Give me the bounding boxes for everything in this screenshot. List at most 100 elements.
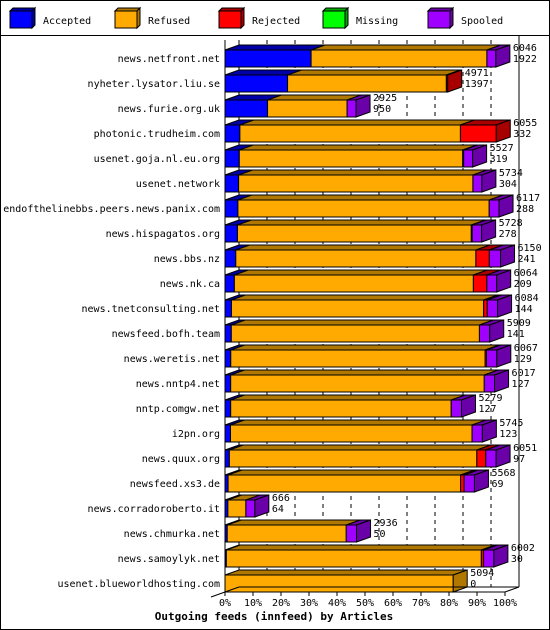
x-tick-label: 40% <box>328 598 346 609</box>
total-label: 5527 <box>490 143 514 154</box>
bar-row <box>224 119 511 143</box>
total-label: 5909 <box>507 318 531 329</box>
category-label: news.nk.ca <box>160 279 220 290</box>
bar-row <box>224 219 497 243</box>
bar-segment-accepted <box>224 199 239 218</box>
bar-segment-refused-top <box>230 419 487 426</box>
bar-segment-spooled <box>478 324 491 343</box>
total-label: 6150 <box>518 243 542 254</box>
bar-row <box>224 244 516 268</box>
bar-segment-refused-top <box>235 244 491 251</box>
bar-segment-rejected <box>472 274 488 293</box>
bar-segment-refused-top <box>231 294 498 301</box>
accepted-label: 288 <box>516 204 534 215</box>
legend-swatch-accepted <box>9 10 33 29</box>
category-label: news.weretis.net <box>124 354 220 365</box>
bar-segment-refused-top <box>310 44 502 51</box>
category-label: news.nntp4.net <box>136 379 220 390</box>
bar-segment-spooled <box>463 474 475 493</box>
bar-segment-refused-top <box>267 94 362 101</box>
bar-row <box>224 94 371 118</box>
x-tick-label: 60% <box>384 598 402 609</box>
total-label: 2925 <box>373 93 397 104</box>
bar-segment-accepted <box>224 74 289 93</box>
x-tick-label: 30% <box>300 598 318 609</box>
accepted-label: 129 <box>514 354 532 365</box>
bar-segment-refused <box>239 124 461 143</box>
bar-row <box>224 69 463 93</box>
bar-segment-refused <box>225 549 482 568</box>
bar-segment-refused-top <box>237 194 504 201</box>
category-label: news.chmurka.net <box>124 529 220 540</box>
bar-row <box>224 269 512 293</box>
x-tick-label: 100% <box>493 598 517 609</box>
bar-segment-rejected <box>475 249 490 268</box>
bar-segment-spooled <box>483 549 495 568</box>
accepted-label: 1397 <box>465 79 489 90</box>
category-label: newsfeed.bofh.team <box>112 329 220 340</box>
accepted-label: 209 <box>514 279 532 290</box>
bar-segment-refused-top <box>231 319 494 326</box>
chart-title: Outgoing feeds (innfeed) by Articles <box>155 610 393 623</box>
bar-segment-rejected <box>459 124 497 143</box>
x-tick-label: 80% <box>440 598 458 609</box>
x-tick-label: 0% <box>219 598 231 609</box>
accepted-label: 64 <box>272 504 284 515</box>
bar-segment-spooled <box>471 224 483 243</box>
bar-segment-accepted <box>224 399 232 418</box>
bar-segment-rejected <box>460 474 465 493</box>
bar-segment-spooled <box>485 349 498 368</box>
total-label: 2936 <box>374 518 398 529</box>
category-label: usenet.blueworldhosting.com <box>57 579 220 590</box>
bar-segment-refused <box>227 474 462 493</box>
accepted-label: 97 <box>513 454 525 465</box>
total-label: 5745 <box>499 418 523 429</box>
bar-segment-refused <box>310 49 488 68</box>
accepted-label: 241 <box>518 254 536 265</box>
category-label: news.quux.org <box>142 454 220 465</box>
legend-label-accepted: Accepted <box>43 16 91 27</box>
total-label: 6064 <box>514 268 538 279</box>
bar-segment-refused-top <box>230 369 499 376</box>
total-label: 6017 <box>512 368 536 379</box>
bar-segment-refused <box>235 249 477 268</box>
legend-swatch-missing <box>322 10 346 29</box>
total-label: 6046 <box>513 43 537 54</box>
total-label: 5279 <box>478 393 502 404</box>
bar-segment-spooled <box>450 399 462 418</box>
bar-row <box>224 544 509 568</box>
legend-group: Accepted Refused Rejected Missing Spooled <box>8 6 503 30</box>
category-label: usenet.goja.nl.eu.org <box>94 154 220 165</box>
bar-segment-refused-top <box>227 519 361 526</box>
bar-segment-refused <box>236 224 472 243</box>
total-label: 6084 <box>515 293 539 304</box>
bar-row <box>224 369 510 393</box>
accepted-label: 69 <box>491 479 503 490</box>
legend-label-missing: Missing <box>356 16 398 27</box>
total-label: 5728 <box>499 218 523 229</box>
bar-segment-spooled <box>472 174 483 193</box>
total-label: 6067 <box>514 343 538 354</box>
bars <box>224 44 516 593</box>
bar-segment-refused <box>230 299 485 318</box>
bar-segment-accepted <box>224 249 237 268</box>
category-label: usenet.network <box>136 179 220 190</box>
bar-segment-refused <box>227 499 247 518</box>
x-tick-label: 50% <box>356 598 374 609</box>
bar-segment-accepted <box>224 449 230 468</box>
total-label: 5568 <box>491 468 515 479</box>
bar-segment-refused <box>226 524 347 543</box>
accepted-label: 950 <box>373 104 391 115</box>
bar-segment-accepted <box>224 174 240 193</box>
bar-segment-refused-top <box>239 119 475 126</box>
legend-label-rejected: Rejected <box>252 16 300 27</box>
accepted-label: 278 <box>499 229 517 240</box>
bar-segment-refused-top <box>230 344 500 351</box>
x-tick-label: 70% <box>412 598 430 609</box>
bar-segment-spooled <box>485 449 497 468</box>
category-label: nyheter.lysator.liu.se <box>88 79 220 90</box>
category-label: i2pn.org <box>172 429 220 440</box>
legend-label-spooled: Spooled <box>461 16 503 27</box>
bar-segment-refused-top <box>238 169 488 176</box>
category-label: news.netfront.net <box>118 54 220 65</box>
